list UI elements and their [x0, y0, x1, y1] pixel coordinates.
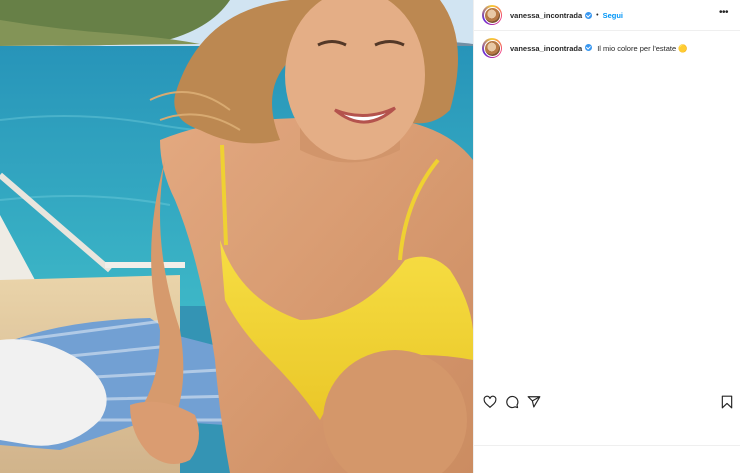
- share-icon[interactable]: [527, 395, 541, 409]
- separator-dot: •: [596, 11, 599, 19]
- avatar[interactable]: [482, 5, 502, 25]
- caption-avatar[interactable]: [482, 38, 502, 58]
- more-horizontal-icon[interactable]: •••: [719, 8, 731, 21]
- username-link[interactable]: vanessa_incontrada: [510, 11, 582, 20]
- caption: vanessa_incontrada Il mio colore per l'e…: [482, 38, 732, 58]
- verified-badge-icon: [585, 11, 593, 19]
- post-photo[interactable]: [0, 0, 473, 473]
- heart-icon[interactable]: [483, 395, 497, 409]
- post-image: [0, 0, 473, 473]
- caption-verified-badge-icon: [585, 43, 593, 51]
- caption-body: Il mio colore per l'estate: [597, 43, 677, 53]
- yellow-circle-emoji: 🟡: [678, 43, 688, 53]
- post-header: vanessa_incontrada • Segui •••: [474, 0, 740, 31]
- caption-username[interactable]: vanessa_incontrada: [510, 44, 582, 53]
- follow-button[interactable]: Segui: [603, 11, 623, 20]
- divider: [474, 445, 740, 446]
- bookmark-icon[interactable]: [721, 395, 733, 409]
- action-bar: [474, 390, 740, 414]
- comment-icon[interactable]: [505, 395, 519, 409]
- post-sidebar: vanessa_incontrada • Segui ••• vanessa_i…: [473, 0, 740, 473]
- caption-text: vanessa_incontrada Il mio colore per l'e…: [510, 43, 688, 53]
